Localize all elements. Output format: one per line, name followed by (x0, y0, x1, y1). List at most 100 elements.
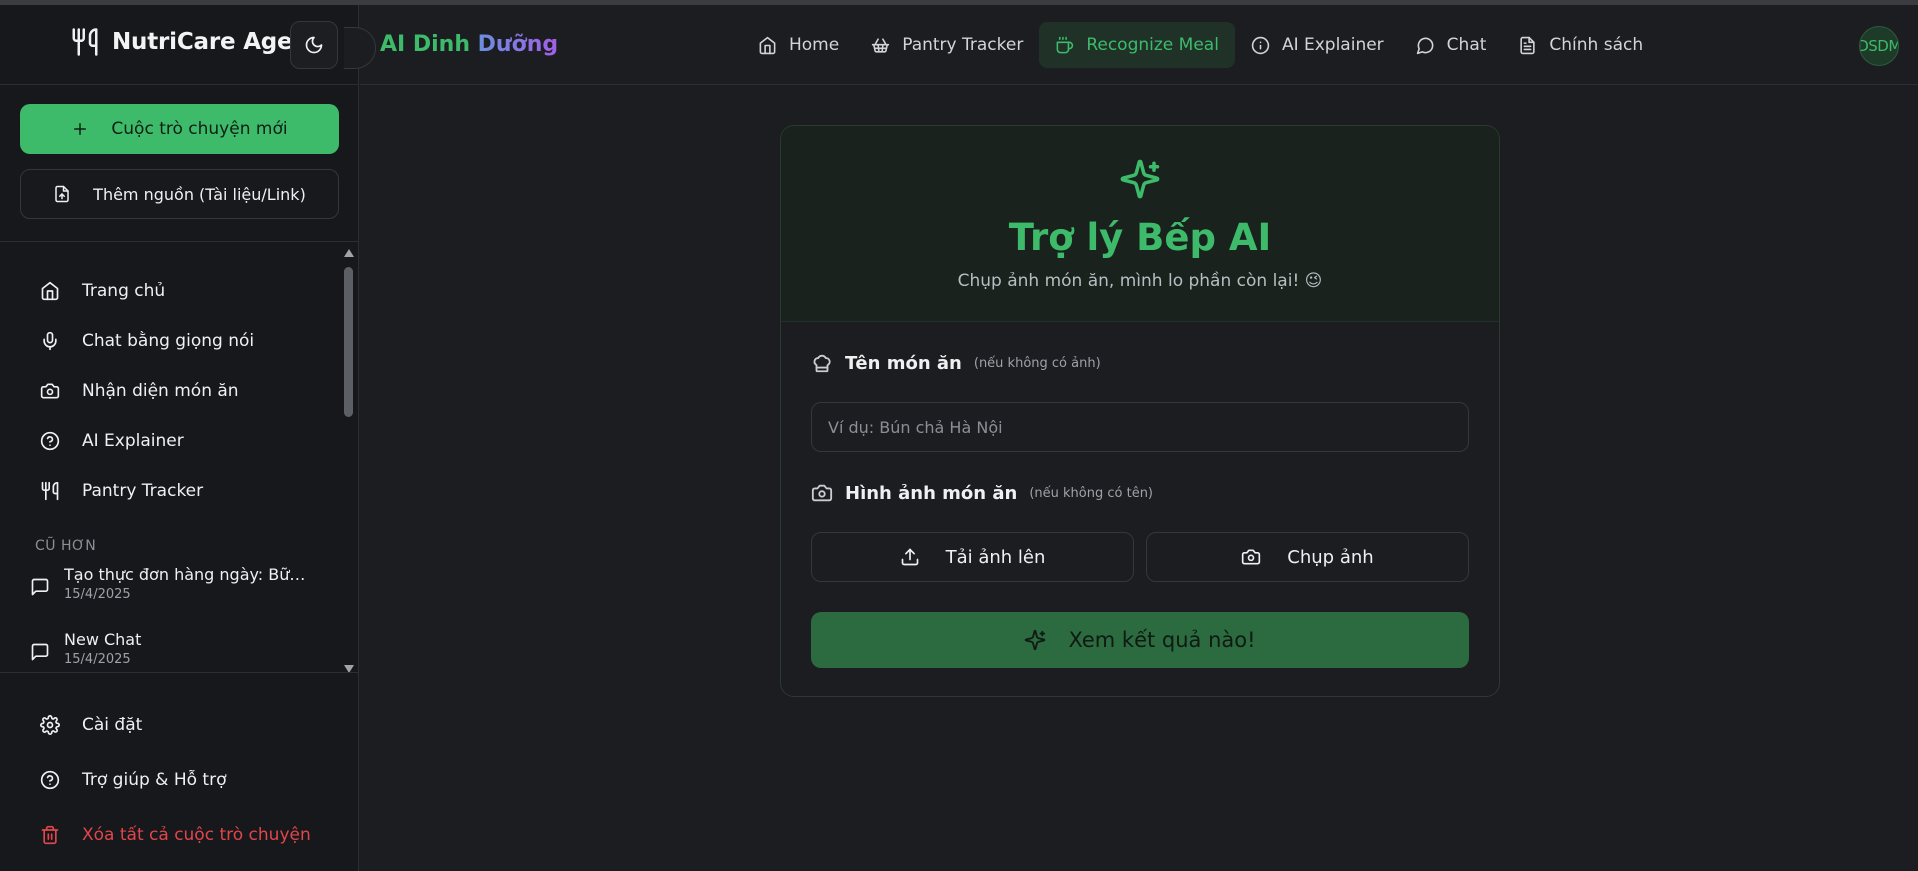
chat-history-list: Tạo thực đơn hàng ngày: Bữa... 15/4/2025… (0, 565, 340, 695)
sidebar-item-voice-chat[interactable]: Chat bằng giọng nói (0, 316, 340, 366)
tab-ai-explainer[interactable]: AI Explainer (1235, 22, 1400, 68)
message-icon (30, 642, 50, 662)
sidebar-nav: Trang chủ Chat bằng giọng nói Nhận diện … (0, 266, 340, 516)
main-tabs: Home Pantry Tracker Recognize Meal AI Ex… (742, 22, 1659, 68)
sidebar-collapse-handle[interactable] (344, 27, 376, 69)
list-item[interactable]: Tạo thực đơn hàng ngày: Bữa... 15/4/2025 (0, 565, 340, 630)
tab-label: AI Explainer (1281, 35, 1384, 55)
tab-pantry-tracker[interactable]: Pantry Tracker (855, 22, 1039, 68)
upload-image-button[interactable]: Tải ảnh lên (811, 532, 1134, 582)
sidebar-item-ai-explainer[interactable]: AI Explainer (0, 416, 340, 466)
divider (0, 241, 359, 242)
new-chat-button[interactable]: Cuộc trò chuyện mới (20, 104, 339, 154)
sidebar-item-home[interactable]: Trang chủ (0, 266, 340, 316)
avatar-text: DSDM (1859, 37, 1899, 55)
sidebar-item-label: Trang chủ (82, 281, 166, 301)
tab-label: Pantry Tracker (902, 35, 1024, 55)
sidebar-item-label: Chat bằng giọng nói (82, 331, 255, 351)
take-photo-label: Chụp ảnh (1287, 546, 1374, 568)
help-circle-icon (40, 431, 60, 451)
take-photo-button[interactable]: Chụp ảnh (1146, 532, 1469, 582)
submit-button[interactable]: Xem kết quả nào! (811, 612, 1469, 668)
submit-label: Xem kết quả nào! (1068, 628, 1256, 652)
dish-name-label: Tên món ăn (nếu không có ảnh) (811, 352, 1101, 374)
avatar[interactable]: DSDM (1859, 26, 1899, 66)
history-title: New Chat (64, 630, 142, 649)
camera-icon (1241, 547, 1261, 567)
basket-icon (871, 36, 890, 55)
page-title-green: AI Dinh (380, 32, 478, 57)
tab-policy[interactable]: Chính sách (1502, 22, 1659, 68)
scroll-up-arrow[interactable] (344, 249, 354, 257)
dish-image-title: Hình ảnh món ăn (845, 482, 1018, 504)
add-source-button[interactable]: Thêm nguồn (Tài liệu/Link) (20, 169, 339, 219)
dish-name-hint: (nếu không có ảnh) (973, 355, 1101, 371)
dish-image-label: Hình ảnh món ăn (nếu không có tên) (811, 482, 1153, 504)
cup-icon (1055, 36, 1074, 55)
upload-icon (900, 547, 920, 567)
sidebar-item-label: AI Explainer (82, 431, 184, 451)
settings-button[interactable]: Cài đặt (0, 697, 359, 752)
plus-icon (71, 120, 89, 138)
scroll-thumb[interactable] (344, 267, 353, 417)
home-icon (40, 281, 60, 301)
microphone-icon (40, 331, 60, 351)
sidebar-footer: Cài đặt Trợ giúp & Hỗ trợ Xóa tất cả cuộ… (0, 697, 359, 862)
sparkles-icon (1119, 158, 1161, 200)
file-upload-icon (53, 184, 71, 204)
chat-icon (1416, 36, 1435, 55)
message-icon (30, 577, 50, 597)
top-navbar: AI Dinh Dưỡng Home Pantry Tracker Recogn… (344, 5, 1918, 85)
info-icon (1251, 36, 1270, 55)
new-chat-label: Cuộc trò chuyện mới (111, 119, 288, 139)
divider (0, 672, 359, 673)
history-date: 15/4/2025 (64, 652, 131, 667)
history-title: Tạo thực đơn hàng ngày: Bữa... (64, 565, 314, 584)
sidebar-item-recognize-meal[interactable]: Nhận diện món ăn (0, 366, 340, 416)
settings-label: Cài đặt (82, 714, 143, 735)
history-date: 15/4/2025 (64, 587, 131, 602)
tab-recognize-meal[interactable]: Recognize Meal (1039, 22, 1235, 68)
card-title: Trợ lý Bếp AI (1008, 216, 1272, 259)
help-label: Trợ giúp & Hỗ trợ (82, 769, 227, 790)
theme-toggle-button[interactable] (290, 21, 338, 69)
page-title: AI Dinh Dưỡng (380, 32, 558, 57)
help-support-button[interactable]: Trợ giúp & Hỗ trợ (0, 752, 359, 807)
camera-icon (40, 381, 60, 401)
tab-home[interactable]: Home (742, 22, 855, 68)
camera-icon (811, 482, 833, 504)
card-subtitle: Chụp ảnh món ăn, mình lo phần còn lại! 😉 (957, 271, 1323, 291)
tab-label: Chat (1446, 35, 1487, 55)
upload-image-label: Tải ảnh lên (945, 546, 1046, 568)
sidebar-item-label: Pantry Tracker (82, 481, 204, 501)
moon-icon (304, 35, 324, 55)
dish-name-input[interactable] (811, 402, 1469, 452)
trash-icon (40, 825, 60, 845)
section-label-older: CŨ HƠN (35, 538, 97, 554)
tab-label: Recognize Meal (1086, 35, 1219, 55)
document-icon (1518, 36, 1537, 55)
help-circle-icon (40, 770, 60, 790)
page-title-purple: Dưỡng (477, 32, 559, 57)
dish-image-hint: (nếu không có tên) (1029, 485, 1154, 501)
delete-all-label: Xóa tất cả cuộc trò chuyện (82, 824, 311, 845)
add-source-label: Thêm nguồn (Tài liệu/Link) (93, 184, 306, 204)
divider (0, 84, 359, 85)
tab-label: Home (789, 35, 840, 55)
sidebar: NutriCare Agents Cuộc trò chuyện mới Thê… (0, 5, 359, 871)
tab-label: Chính sách (1549, 35, 1644, 55)
utensils-icon (70, 27, 100, 57)
dish-name-title: Tên món ăn (845, 352, 962, 374)
card-header: Trợ lý Bếp AI Chụp ảnh món ăn, mình lo p… (781, 126, 1499, 322)
utensils-icon (40, 481, 60, 501)
sidebar-scrollbar[interactable] (342, 247, 356, 675)
delete-all-chats-button[interactable]: Xóa tất cả cuộc trò chuyện (0, 807, 359, 862)
sparkles-icon (1024, 629, 1046, 651)
meal-recognition-card: Trợ lý Bếp AI Chụp ảnh món ăn, mình lo p… (780, 125, 1500, 697)
sidebar-item-label: Nhận diện món ăn (82, 381, 239, 401)
gear-icon (40, 714, 60, 735)
tab-chat[interactable]: Chat (1400, 22, 1503, 68)
list-item[interactable]: New Chat 15/4/2025 (0, 630, 340, 695)
home-icon (758, 36, 777, 55)
sidebar-item-pantry-tracker[interactable]: Pantry Tracker (0, 466, 340, 516)
